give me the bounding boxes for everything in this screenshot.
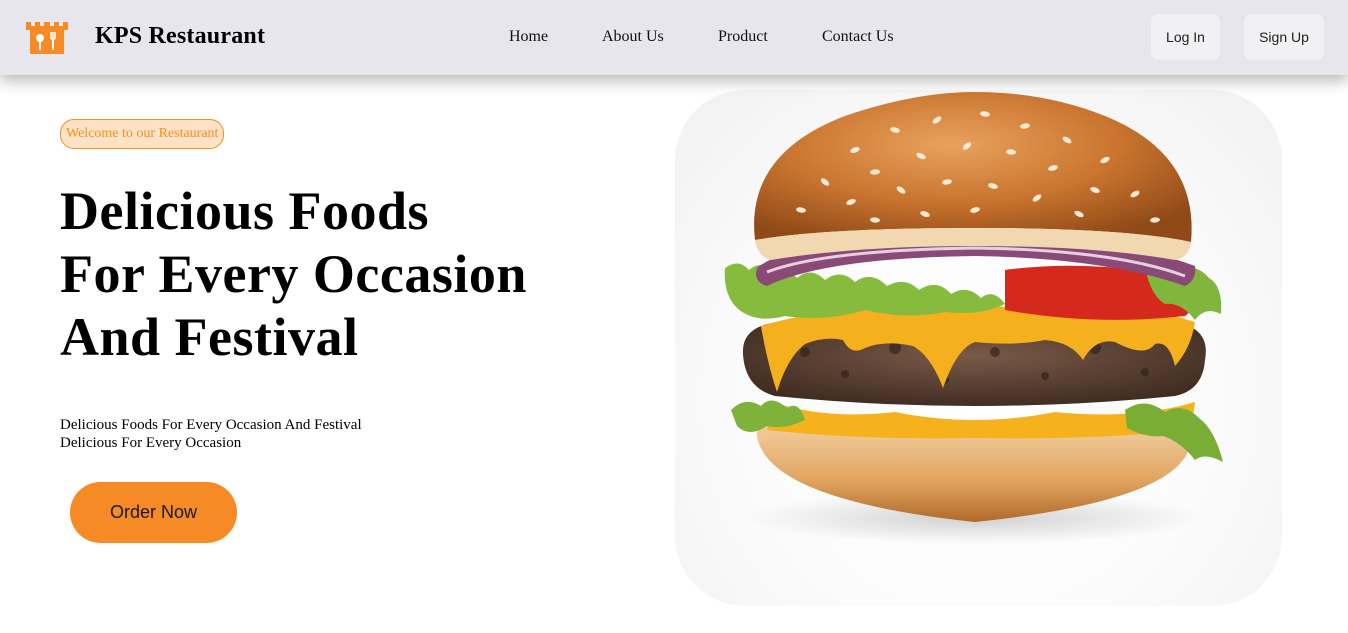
description-line: Delicious Foods For Every Occasion And F…	[60, 417, 362, 433]
login-button[interactable]: Log In	[1151, 14, 1220, 60]
order-now-button[interactable]: Order Now	[70, 482, 237, 543]
main-nav: Home About Us Product Contact Us	[0, 28, 1348, 48]
headline-line: For Every Occasion	[60, 244, 527, 304]
signup-button[interactable]: Sign Up	[1244, 14, 1324, 60]
nav-product[interactable]: Product	[718, 28, 768, 46]
hero-description: Delicious Foods For Every Occasion And F…	[60, 416, 480, 452]
nav-about-us[interactable]: About Us	[602, 28, 664, 46]
navbar: KPS Restaurant Home About Us Product Con…	[0, 0, 1348, 75]
nav-contact-us[interactable]: Contact Us	[822, 28, 894, 46]
headline-line: Delicious Foods	[60, 181, 430, 241]
welcome-badge: Welcome to our Restaurant	[60, 119, 225, 149]
burger-image	[675, 90, 1282, 606]
hero-headline: Delicious Foods For Every Occasion And F…	[60, 180, 620, 369]
nav-home[interactable]: Home	[509, 28, 548, 46]
description-line: Delicious For Every Occasion	[60, 435, 242, 451]
headline-line: And Festival	[60, 307, 359, 367]
